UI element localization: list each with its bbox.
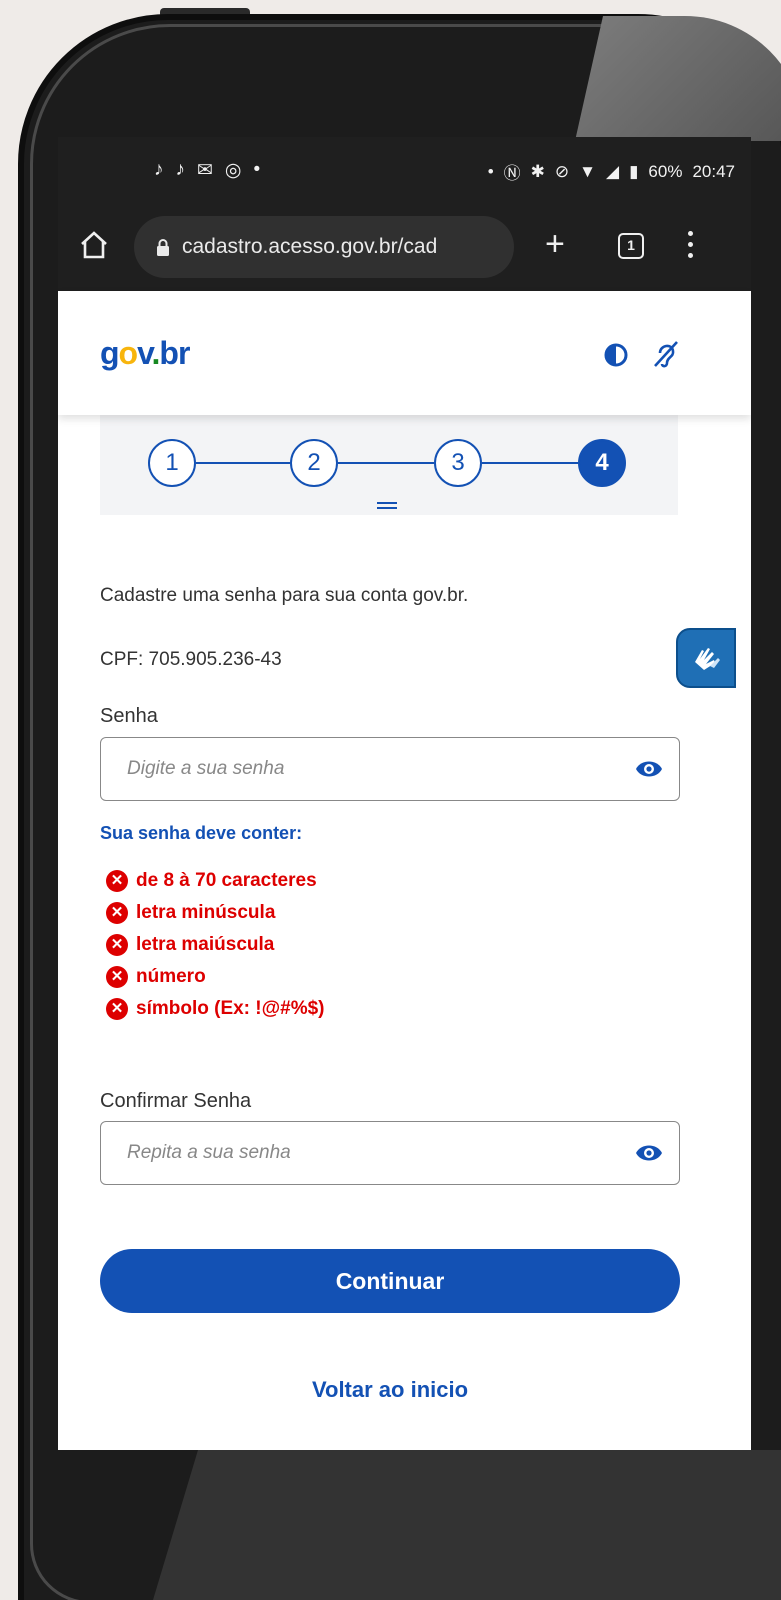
step-4-current: 4 xyxy=(578,439,626,487)
govbr-logo[interactable]: gov.br xyxy=(100,335,190,372)
notification-icons: ♪ ♪ ✉ ◎ • xyxy=(154,159,260,182)
tab-switcher-icon[interactable]: 1 xyxy=(618,233,644,259)
site-header: gov.br xyxy=(58,291,751,415)
rule-number: ✕ número xyxy=(106,961,325,993)
confirm-password-label: Confirmar Senha xyxy=(100,1090,252,1112)
show-confirm-password-eye-icon[interactable] xyxy=(635,1142,663,1164)
stepper-handle xyxy=(377,502,397,509)
address-bar[interactable]: cadastro.acesso.gov.br/cad xyxy=(134,216,514,278)
bluetooth-icon: ✱ xyxy=(530,161,545,181)
rule-uppercase: ✕ letra maiúscula xyxy=(106,929,325,961)
photo-background: ♪ ♪ ✉ ◎ • • Ⓝ ✱ ⊘ ▼ ◢ ▮ 60% 20:47 cadast… xyxy=(0,0,781,1600)
step-3: 3 xyxy=(434,439,482,487)
password-rules-title: Sua senha deve conter: xyxy=(100,823,303,843)
password-placeholder: Digite a sua senha xyxy=(127,758,285,779)
url-text: cadastro.acesso.gov.br/cad xyxy=(182,235,438,258)
screen-glare xyxy=(575,16,781,141)
error-x-icon: ✕ xyxy=(106,870,128,892)
error-x-icon: ✕ xyxy=(106,998,128,1020)
nfc-icon: Ⓝ xyxy=(503,164,521,183)
battery-icon: ▮ xyxy=(629,161,639,181)
contrast-icon[interactable] xyxy=(604,343,628,367)
rule-length: ✕ de 8 à 70 caracteres xyxy=(106,865,325,897)
notification-dot: • xyxy=(253,159,261,180)
instagram-icon: ◎ xyxy=(224,160,242,181)
rule-symbol: ✕ símbolo (Ex: !@#%$) xyxy=(106,993,325,1025)
screen-glare-bottom xyxy=(150,1450,781,1600)
back-to-start-link[interactable]: Voltar ao inicio xyxy=(100,1377,680,1403)
password-input[interactable]: Digite a sua senha xyxy=(100,737,680,801)
confirm-password-placeholder: Repita a sua senha xyxy=(127,1142,291,1163)
system-indicators: • Ⓝ ✱ ⊘ ▼ ◢ ▮ 60% 20:47 xyxy=(488,159,735,184)
confirm-password-input[interactable]: Repita a sua senha xyxy=(100,1121,680,1185)
password-label: Senha xyxy=(100,705,158,727)
cpf-text: CPF: 705.905.236-43 xyxy=(100,649,282,670)
continue-button[interactable]: Continuar xyxy=(100,1249,680,1313)
clock: 20:47 xyxy=(692,161,735,181)
show-password-eye-icon[interactable] xyxy=(635,758,663,780)
rule-lowercase: ✕ letra minúscula xyxy=(106,897,325,929)
home-icon[interactable] xyxy=(78,229,110,261)
lock-icon xyxy=(157,238,169,256)
signal-icon: ◢ xyxy=(605,161,620,181)
step-connector xyxy=(338,462,434,464)
error-x-icon: ✕ xyxy=(106,966,128,988)
vlibras-widget[interactable] xyxy=(676,628,736,688)
wifi-icon: ▼ xyxy=(579,161,596,181)
intro-text: Cadastre uma senha para sua conta gov.br… xyxy=(100,585,469,606)
new-tab-icon[interactable]: + xyxy=(545,227,565,261)
password-rules-list: ✕ de 8 à 70 caracteres ✕ letra minúscula ✕… xyxy=(106,865,325,1025)
hearing-accessibility-icon[interactable] xyxy=(652,339,680,369)
step-2: 2 xyxy=(290,439,338,487)
progress-stepper: 1 2 3 4 xyxy=(100,415,678,515)
mute-icon: ⊘ xyxy=(554,161,570,181)
dot-icon: • xyxy=(487,161,494,181)
tiktok-icon: ♪ xyxy=(154,159,164,180)
browser-toolbar: cadastro.acesso.gov.br/cad + 1 xyxy=(58,205,751,291)
error-x-icon: ✕ xyxy=(106,902,128,924)
step-connector xyxy=(196,462,290,464)
battery-level: 60% xyxy=(648,161,683,181)
error-x-icon: ✕ xyxy=(106,934,128,956)
phone-screen: ♪ ♪ ✉ ◎ • • Ⓝ ✱ ⊘ ▼ ◢ ▮ 60% 20:47 cadast… xyxy=(58,137,751,1450)
gmail-icon: ✉ xyxy=(197,160,213,181)
more-menu-icon[interactable] xyxy=(688,231,694,261)
sign-language-icon xyxy=(695,648,720,670)
tiktok-icon: ♪ xyxy=(175,159,186,180)
status-bar: ♪ ♪ ✉ ◎ • • Ⓝ ✱ ⊘ ▼ ◢ ▮ 60% 20:47 xyxy=(58,137,751,205)
step-1: 1 xyxy=(148,439,196,487)
step-connector xyxy=(482,462,578,464)
